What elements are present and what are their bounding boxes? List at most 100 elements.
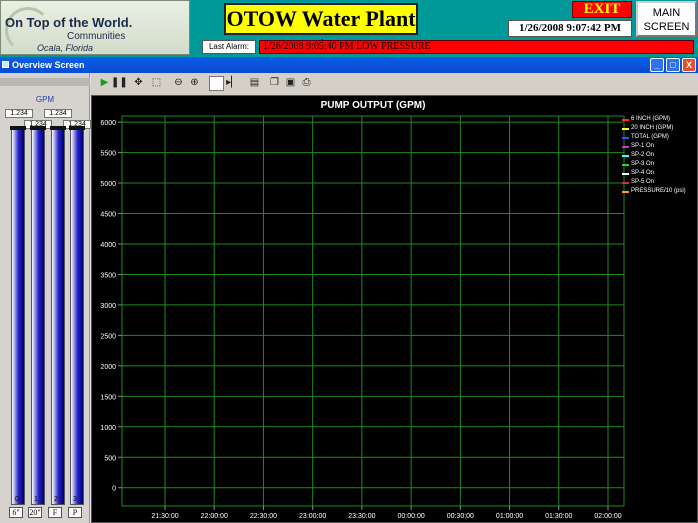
legend-label: TOTAL (GPM)	[631, 134, 669, 140]
x-tick-label: 23:00:00	[299, 513, 326, 520]
y-tick-label: 2000	[100, 364, 116, 371]
x-tick-label: 21:30:00	[151, 513, 178, 520]
company-logo: On Top of the World. Communities Ocala, …	[0, 0, 190, 55]
main-screen-label-line1: MAIN	[652, 7, 681, 19]
logo-subtitle: Communities	[67, 31, 126, 42]
plant-header: On Top of the World. Communities Ocala, …	[0, 0, 698, 59]
x-tick-label: 00:00:00	[397, 513, 424, 520]
blank-icon[interactable]	[209, 76, 224, 91]
legend-item: SP-5 On	[622, 178, 696, 187]
legend-swatch	[622, 146, 629, 148]
current-datetime: 1/26/2008 9:07:42 PM	[508, 20, 632, 37]
minimize-button[interactable]: _	[650, 58, 664, 72]
main-screen-label-line2: SCREEN	[643, 21, 690, 33]
x-tick-label: 02:00:00	[594, 513, 621, 520]
legend-swatch	[622, 155, 629, 157]
legend-swatch	[622, 173, 629, 175]
gauge-bar-flow	[50, 126, 66, 505]
window-titlebar[interactable]: Overview Screen _ □ X	[0, 57, 698, 73]
print-icon[interactable]: ⎙	[299, 76, 314, 91]
y-tick-label: 3000	[100, 303, 116, 310]
close-button[interactable]: X	[682, 58, 696, 72]
legend-label: SP-3 On	[631, 161, 655, 167]
legend-item: SP-1 On	[622, 142, 696, 151]
exit-button[interactable]: EXIT	[572, 1, 632, 18]
x-tick-label: 23:30:00	[348, 513, 375, 520]
legend-label: SP-4 On	[631, 170, 655, 176]
gauge-value-flow: 1.234	[44, 109, 72, 118]
gauge-bar-cap	[50, 126, 66, 130]
play-icon[interactable]: ▶	[97, 76, 112, 91]
zoom-out-icon[interactable]: ⊖	[171, 76, 186, 91]
gauge-bar-cap	[69, 126, 85, 130]
cursor-icon[interactable]: ▸▏	[225, 76, 240, 91]
legend-item: 6 INCH (GPM)	[622, 115, 696, 124]
gauge-index: 0	[15, 496, 19, 503]
gauge-label-pressure: P	[68, 507, 82, 518]
x-tick-label: 22:30:00	[250, 513, 277, 520]
pause-icon[interactable]: ❚❚	[111, 76, 128, 91]
gauge-index: 1	[34, 496, 38, 503]
zoom-box-icon[interactable]: ⬚	[149, 76, 164, 91]
properties-icon[interactable]: ▤	[247, 76, 262, 91]
logo-location: Ocala, Florida	[37, 43, 94, 53]
gauge-unit-label: GPM	[35, 95, 55, 104]
last-alarm-message[interactable]: 1/26/2008 9:05:40 PM LOW PRESSURE	[259, 40, 694, 54]
plant-title: OTOW Water Plant 1	[224, 3, 418, 59]
gauge-label-20inch: 20"	[28, 507, 42, 518]
gauge-bar-cap	[10, 126, 26, 130]
gauge-panel-strip	[0, 78, 90, 86]
plot-border	[121, 115, 625, 507]
x-tick-label: 01:30:00	[545, 513, 572, 520]
maximize-button[interactable]: □	[666, 58, 680, 72]
chart-toolbar: ▶ ❚❚ ✥ ⬚ ⊖ ⊕ ▸▏ ▤ ❐ ▣ ⎙	[91, 75, 698, 93]
legend-swatch	[622, 128, 629, 130]
legend-swatch	[622, 182, 629, 184]
legend-item: SP-2 On	[622, 151, 696, 160]
main-screen-button[interactable]: MAIN SCREEN	[636, 1, 697, 37]
window-icon	[2, 61, 9, 68]
window-title: Overview Screen	[12, 60, 85, 70]
gauge-bar-6inch	[10, 126, 26, 505]
legend-swatch	[622, 191, 629, 193]
y-tick-label: 2500	[100, 333, 116, 340]
legend-label: SP-2 On	[631, 152, 655, 158]
legend-swatch	[622, 137, 629, 139]
y-tick-label: 3500	[100, 272, 116, 279]
chart-plot: PUMP OUTPUT (GPM) 0 500 1000 1500 2000 2500 300…	[100, 100, 625, 520]
x-tick-label: 22:00:00	[201, 513, 228, 520]
y-tick-label: 1500	[100, 394, 116, 401]
y-tick-label: 6000	[100, 120, 116, 127]
gauge-bar-pressure	[69, 126, 85, 505]
y-tick-label: 4000	[100, 242, 116, 249]
gauge-label-6inch: 6"	[9, 507, 23, 518]
gauge-index: 2	[54, 496, 58, 503]
pan-icon[interactable]: ✥	[131, 76, 146, 91]
logo-title: On Top of the World.	[5, 15, 133, 30]
legend-item: 20 INCH (GPM)	[622, 124, 696, 133]
gauge-bar-20inch	[30, 126, 46, 505]
legend-item: TOTAL (GPM)	[622, 133, 696, 142]
zoom-in-icon[interactable]: ⊕	[187, 76, 202, 91]
x-tick-label: 01:00:00	[496, 513, 523, 520]
gauge-value-6inch: 1.234	[5, 109, 33, 118]
y-tick-label: 5500	[100, 151, 116, 158]
chart-title: PUMP OUTPUT (GPM)	[321, 100, 426, 111]
legend-label: 6 INCH (GPM)	[631, 116, 670, 122]
chart-legend: 6 INCH (GPM) 20 INCH (GPM) TOTAL (GPM) SP-1…	[622, 115, 696, 196]
y-tick-label: 1000	[100, 425, 116, 432]
legend-item: SP-3 On	[622, 160, 696, 169]
legend-item: PRESSURE/10 (psi)	[622, 187, 696, 196]
y-tick-label: 500	[104, 455, 116, 462]
x-tick-label: 00:30:00	[447, 513, 474, 520]
save-icon[interactable]: ▣	[283, 76, 298, 91]
gauge-label-flow: F	[48, 507, 62, 518]
last-alarm-label: Last Alarm:	[202, 40, 256, 54]
copy-icon[interactable]: ❐	[267, 76, 282, 91]
gauge-panel: GPM 1.234 1.234 1.234 1.234 0 1 2 3 6" 2…	[0, 73, 91, 523]
legend-item: SP-4 On	[622, 169, 696, 178]
pump-output-chart[interactable]: PUMP OUTPUT (GPM) 0 500 1000 1500 2000 2500 300…	[91, 95, 698, 523]
trend-chart-area: ▶ ❚❚ ✥ ⬚ ⊖ ⊕ ▸▏ ▤ ❐ ▣ ⎙ PUMP OUTPUT (GPM…	[91, 73, 698, 523]
legend-label: SP-1 On	[631, 143, 655, 149]
gauge-index: 3	[73, 496, 77, 503]
